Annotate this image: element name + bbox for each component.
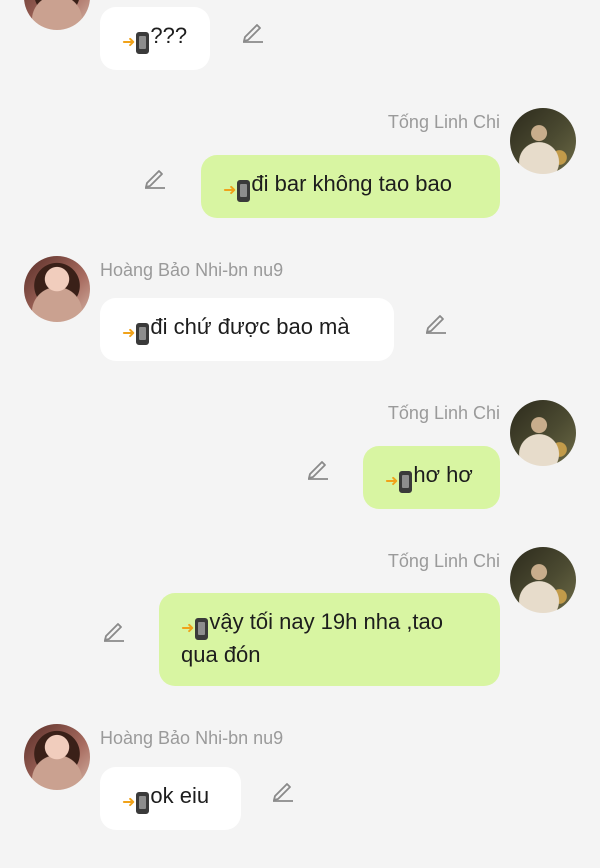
arrow-right-icon: ➜ <box>122 34 136 51</box>
sender-name: Tống Linh Chi <box>387 403 500 423</box>
mobile-phone-icon <box>399 471 413 493</box>
pencil-icon[interactable] <box>423 309 449 335</box>
avatar[interactable] <box>510 547 576 613</box>
message-text: đi bar không tao bao <box>251 171 453 196</box>
arrow-right-icon: ➜ <box>385 473 399 490</box>
sender-name: Hoàng Bảo Nhi-bn nu9 <box>100 728 284 748</box>
message-prefix: ➜ <box>181 618 209 640</box>
message-text: hơ hơ <box>413 462 473 487</box>
avatar[interactable] <box>510 400 576 466</box>
pencil-icon[interactable] <box>240 18 266 44</box>
mobile-phone-icon <box>136 323 150 345</box>
avatar[interactable] <box>24 0 90 30</box>
sender-name: Tống Linh Chi <box>387 112 500 132</box>
message-text: ??? <box>150 23 188 48</box>
sender-name: Hoàng Bảo Nhi-bn nu9 <box>100 260 284 280</box>
message-prefix: ➜ <box>122 323 150 345</box>
pencil-icon[interactable] <box>101 617 127 643</box>
message-bubble[interactable]: ➜ vậy tối nay 19h nha ,tao qua đón <box>159 593 500 686</box>
message-bubble[interactable]: ➜??? <box>100 7 210 70</box>
message-prefix: ➜ <box>122 32 150 54</box>
message-prefix: ➜ <box>223 180 251 202</box>
mobile-phone-icon <box>195 618 209 640</box>
message-bubble[interactable]: ➜ đi chứ được bao mà <box>100 298 394 361</box>
message-bubble[interactable]: ➜ ok eiu <box>100 767 241 830</box>
message-text: ok eiu <box>150 783 210 808</box>
message-text: đi chứ được bao mà <box>150 314 350 339</box>
avatar[interactable] <box>24 256 90 322</box>
message-text: vậy tối nay 19h nha ,tao qua đón <box>181 609 444 667</box>
pencil-icon[interactable] <box>270 777 296 803</box>
sender-name: Tống Linh Chi <box>387 551 500 571</box>
arrow-right-icon: ➜ <box>223 182 237 199</box>
avatar[interactable] <box>510 108 576 174</box>
mobile-phone-icon <box>136 32 150 54</box>
pencil-icon[interactable] <box>305 455 331 481</box>
message-prefix: ➜ <box>122 792 150 814</box>
mobile-phone-icon <box>136 792 150 814</box>
mobile-phone-icon <box>237 180 251 202</box>
avatar[interactable] <box>24 724 90 790</box>
message-prefix: ➜ <box>385 471 413 493</box>
arrow-right-icon: ➜ <box>122 794 136 811</box>
arrow-right-icon: ➜ <box>122 325 136 342</box>
arrow-right-icon: ➜ <box>181 620 195 637</box>
message-bubble[interactable]: ➜ đi bar không tao bao <box>201 155 500 218</box>
pencil-icon[interactable] <box>142 164 168 190</box>
message-bubble[interactable]: ➜ hơ hơ <box>363 446 500 509</box>
